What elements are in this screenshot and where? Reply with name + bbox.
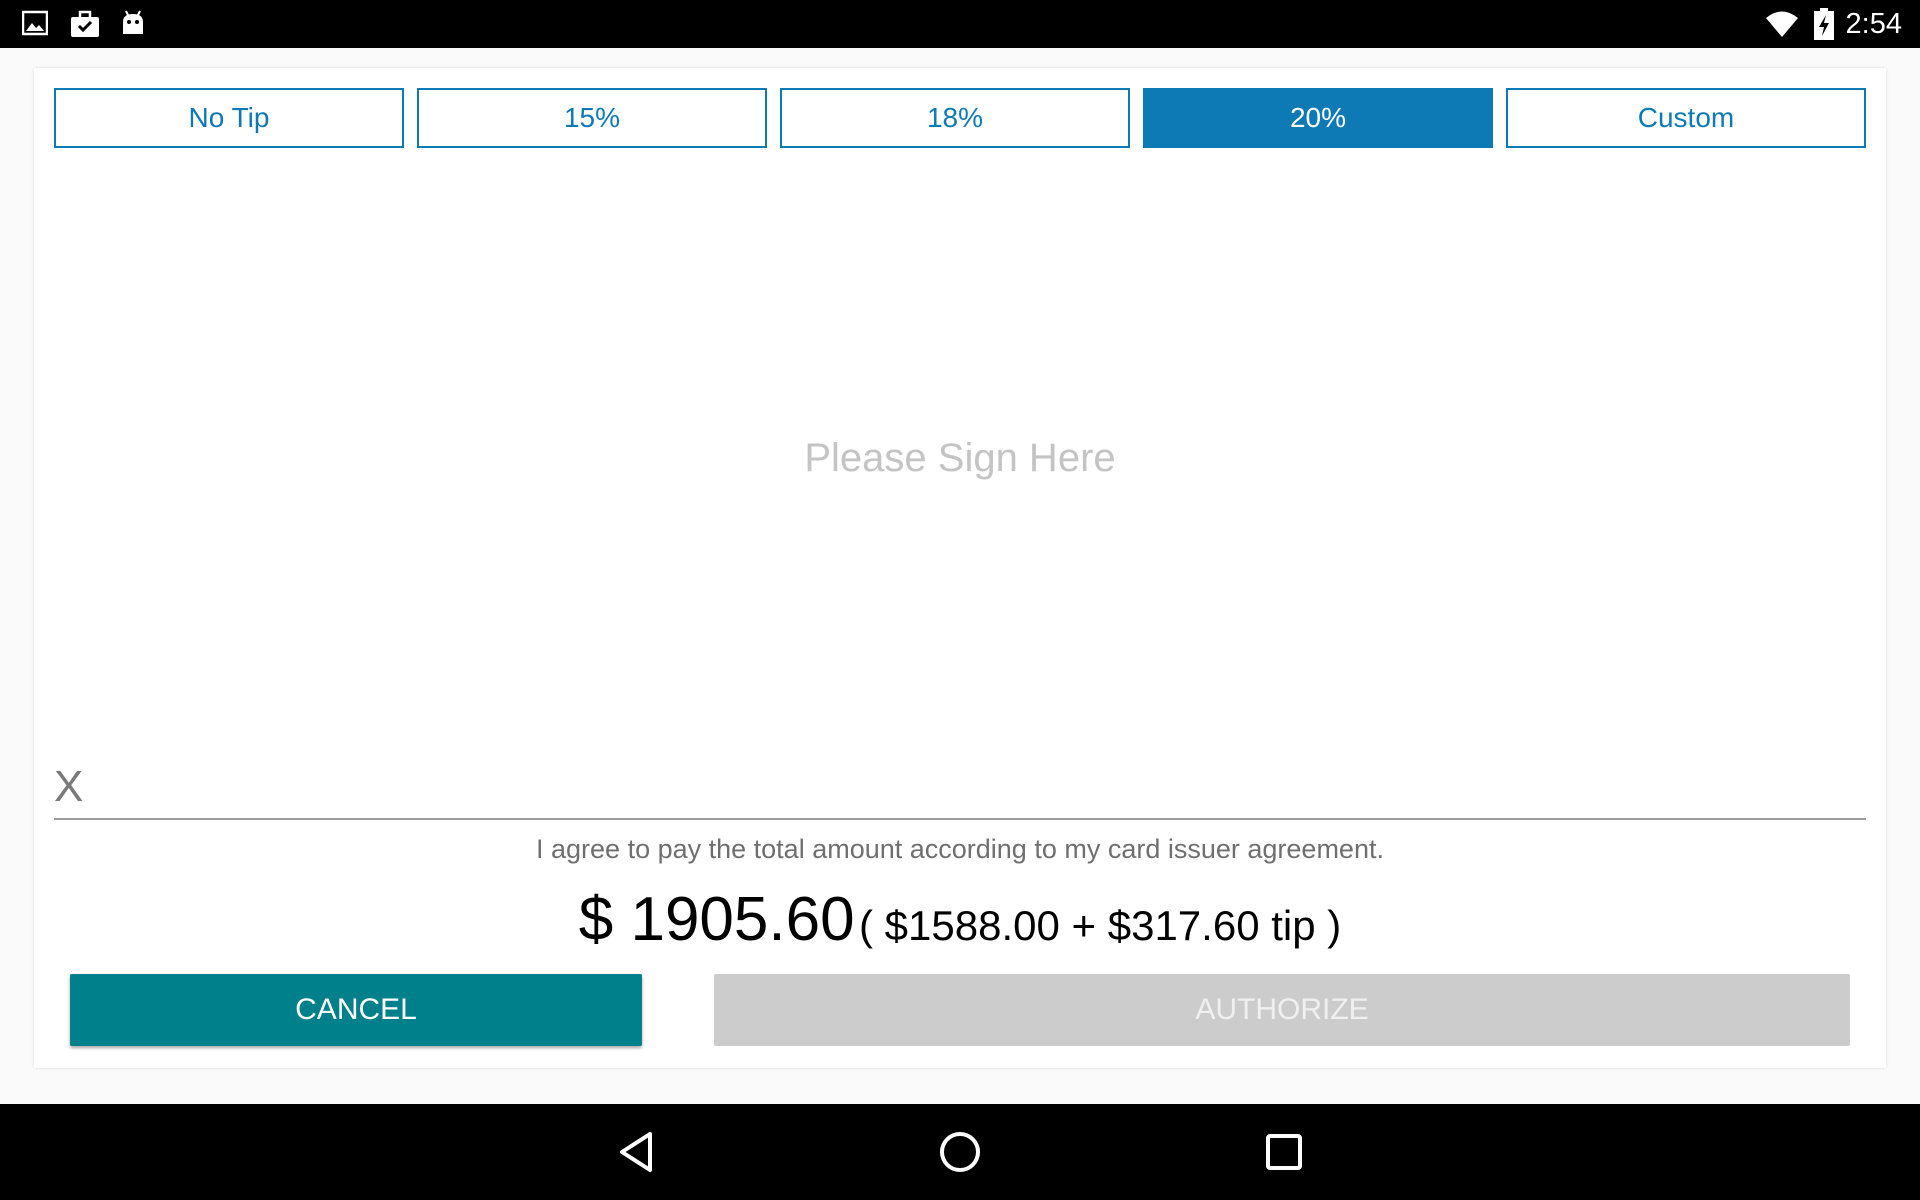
total-amount: $ 1905.60: [578, 885, 855, 954]
image-icon: [21, 10, 49, 41]
signature-placeholder[interactable]: Please Sign Here: [34, 436, 1886, 481]
amount-row: $ 1905.60 ( $1588.00 + $317.60 tip ): [34, 884, 1886, 955]
tip-18-button[interactable]: 18%: [780, 88, 1130, 148]
status-time: 2:54: [1845, 8, 1902, 40]
briefcase-check-icon: [70, 10, 100, 43]
signature-x-mark: X: [54, 762, 84, 811]
android-icon: [120, 10, 146, 43]
signature-line: [54, 818, 1866, 820]
tip-custom-button[interactable]: Custom: [1506, 88, 1866, 148]
status-bar: 2:54: [0, 0, 1920, 48]
authorize-button[interactable]: AUTHORIZE: [714, 974, 1850, 1046]
agreement-text: I agree to pay the total amount accordin…: [536, 834, 1384, 864]
amount-breakdown: ( $1588.00 + $317.60 tip ): [859, 902, 1342, 949]
wifi-icon: [1766, 10, 1798, 43]
tip-options: No Tip 15% 18% 20% Custom: [54, 88, 1866, 148]
recents-icon[interactable]: [1260, 1128, 1308, 1181]
signature-card: No Tip 15% 18% 20% Custom Please Sign He…: [34, 68, 1886, 1068]
back-icon[interactable]: [614, 1128, 662, 1181]
tip-20-button[interactable]: 20%: [1143, 88, 1493, 148]
battery-charging-icon: [1814, 8, 1834, 45]
tip-15-button[interactable]: 15%: [417, 88, 767, 148]
tip-no-tip-button[interactable]: No Tip: [54, 88, 404, 148]
home-icon[interactable]: [936, 1128, 984, 1181]
navigation-bar: [0, 1104, 1920, 1200]
cancel-button[interactable]: CANCEL: [70, 974, 642, 1046]
